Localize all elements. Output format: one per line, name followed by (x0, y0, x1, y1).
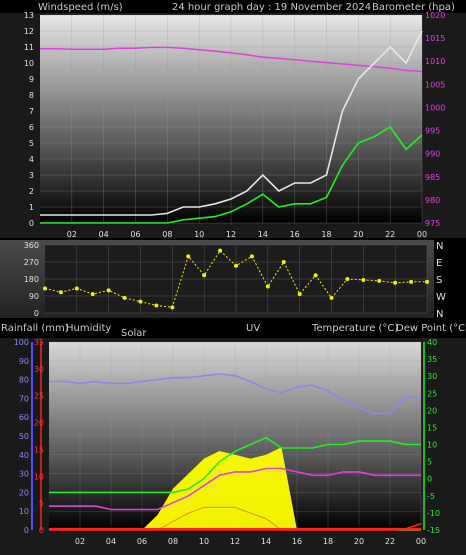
wind-y-tick-label: 0 (29, 219, 34, 228)
temp-x-tick-label: 08 (168, 537, 178, 546)
barometer-tick-label: 985 (425, 173, 440, 182)
compass-tick-label: W (436, 292, 446, 303)
wind-y-tick-label: 13 (24, 11, 34, 20)
temperature-tick-label: -10 (427, 509, 440, 518)
direction-y-tick-label: 270 (24, 258, 39, 267)
humidity-tick-label: 0 (24, 526, 29, 535)
wind-y-tick-label: 10 (24, 59, 34, 68)
compass-tick-label: N (436, 241, 443, 252)
barometer-tick-label: 1000 (425, 103, 445, 112)
wind-x-tick-label: 18 (321, 230, 331, 239)
wind-x-tick-label: 10 (194, 230, 204, 239)
temp-x-tick-label: 00 (416, 537, 426, 546)
wind-y-tick-label: 8 (29, 91, 34, 100)
temperature-tick-label: 35 (427, 355, 437, 364)
temperature-tick-label: 10 (427, 441, 437, 450)
rain-tick-label: 15 (34, 445, 44, 454)
temp-x-tick-label: 20 (354, 537, 364, 546)
compass-tick-label: N (436, 309, 443, 320)
rain-tick-label: 30 (34, 365, 44, 374)
rain-tick-label: 20 (34, 419, 44, 428)
wind-y-tick-label: 2 (29, 187, 34, 196)
wind-y-tick-label: 3 (29, 171, 34, 180)
temperature-tick-label: 30 (427, 372, 437, 381)
barometer-tick-label: 1020 (425, 11, 445, 20)
chart-title: 24 hour graph day : 19 November 2024 (172, 2, 371, 13)
temperature-tick-label: 25 (427, 389, 437, 398)
barometer-tick-label: 1015 (425, 34, 445, 43)
temp-x-tick-label: 16 (292, 537, 302, 546)
temperature-tick-label: -15 (427, 526, 440, 535)
temperature-tick-label: 15 (427, 423, 437, 432)
wind-x-tick-label: 20 (353, 230, 363, 239)
temp-x-tick-label: 14 (261, 537, 271, 546)
temperature-tick-label: 5 (427, 458, 432, 467)
temperature-axis-title: Temperature (°C) (311, 323, 398, 334)
wind-x-tick-label: 12 (226, 230, 236, 239)
humidity-tick-label: 60 (19, 413, 29, 422)
rain-tick-label: 35 (34, 338, 44, 347)
barometer-tick-label: 980 (425, 196, 440, 205)
wind-x-tick-label: 02 (67, 230, 77, 239)
wind-y-tick-label: 7 (29, 107, 34, 116)
humidity-tick-label: 30 (19, 470, 29, 479)
temp-x-tick-label: 18 (323, 537, 333, 546)
weather-graph: Windspeed (m/s) 24 hour graph day : 19 N… (0, 0, 466, 555)
wind-x-tick-label: 14 (258, 230, 268, 239)
wind-x-tick-label: 16 (290, 230, 300, 239)
uv-axis-title: UV (246, 323, 260, 334)
temp-x-tick-label: 06 (137, 537, 147, 546)
wind-x-tick-label: 06 (130, 230, 140, 239)
wind-x-tick-label: 22 (385, 230, 395, 239)
humidity-tick-label: 90 (19, 357, 29, 366)
temperature-tick-label: 20 (427, 406, 437, 415)
direction-y-tick-label: 180 (24, 275, 39, 284)
temp-x-tick-label: 22 (385, 537, 395, 546)
humidity-tick-label: 50 (19, 432, 29, 441)
rain-tick-label: 0 (39, 526, 44, 535)
direction-y-tick-label: 360 (24, 241, 39, 250)
barometer-tick-label: 990 (425, 150, 440, 159)
rain-tick-label: 25 (34, 392, 44, 401)
wind-x-tick-label: 08 (162, 230, 172, 239)
rain-tick-label: 5 (39, 499, 44, 508)
temp-x-tick-label: 04 (106, 537, 116, 546)
humidity-tick-label: 20 (19, 488, 29, 497)
wind-y-tick-label: 4 (29, 155, 34, 164)
weather-graph-svg: Windspeed (m/s) 24 hour graph day : 19 N… (0, 2, 466, 555)
wind-x-tick-label: 04 (99, 230, 109, 239)
wind-y-tick-label: 12 (24, 27, 34, 36)
barometer-tick-label: 975 (425, 219, 440, 228)
humidity-tick-label: 70 (19, 394, 29, 403)
rainfall-axis-title: Rainfall (mm) (1, 323, 69, 334)
compass-tick-label: S (436, 275, 442, 286)
barometer-tick-label: 1010 (425, 57, 445, 66)
direction-y-tick-label: 0 (34, 309, 39, 318)
compass-tick-label: E (436, 258, 442, 269)
dewpoint-axis-title: Dew Point (°C) (396, 323, 466, 334)
humidity-axis-title: Humidity (66, 323, 111, 334)
barometer-tick-label: 995 (425, 127, 440, 136)
humidity-tick-label: 80 (19, 376, 29, 385)
solar-axis-title: Solar (121, 328, 147, 339)
temperature-tick-label: -5 (427, 492, 435, 501)
windspeed-axis-title: Windspeed (m/s) (38, 2, 123, 13)
wind-y-tick-label: 11 (24, 43, 34, 52)
barometer-tick-label: 1005 (425, 80, 445, 89)
wind-y-tick-label: 1 (29, 203, 34, 212)
wind-y-tick-label: 6 (29, 123, 34, 132)
wind-y-tick-label: 5 (29, 139, 34, 148)
wind-y-tick-label: 9 (29, 75, 34, 84)
temp-x-tick-label: 10 (199, 537, 209, 546)
humidity-tick-label: 10 (19, 507, 29, 516)
temp-x-tick-label: 12 (230, 537, 240, 546)
wind-x-tick-label: 00 (417, 230, 427, 239)
rain-tick-label: 10 (34, 472, 44, 481)
direction-y-tick-label: 90 (29, 292, 39, 301)
temperature-tick-label: 0 (427, 475, 432, 484)
humidity-tick-label: 100 (14, 338, 29, 347)
temperature-tick-label: 40 (427, 338, 437, 347)
humidity-tick-label: 40 (19, 451, 29, 460)
temp-x-tick-label: 02 (75, 537, 85, 546)
